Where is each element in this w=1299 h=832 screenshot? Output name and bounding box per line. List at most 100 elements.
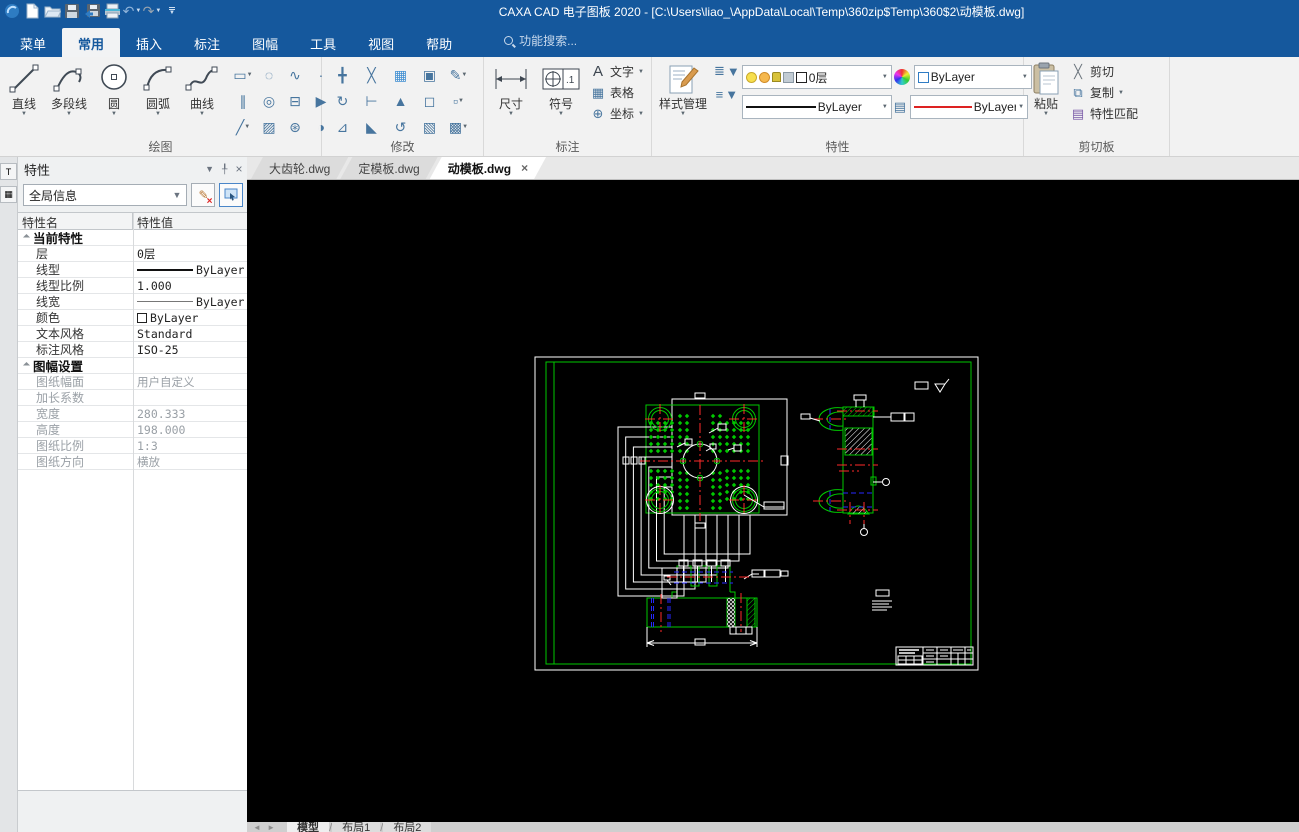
rotate-copy-icon[interactable]: ↻: [328, 88, 357, 114]
draw-group-label: 绘图: [148, 140, 173, 154]
coordinate-button[interactable]: ⊕ 坐标 ▼: [586, 103, 648, 124]
extend-icon[interactable]: ⊢: [357, 88, 386, 114]
draw-polyline-icon-button[interactable]: 多段线 ▼: [46, 59, 92, 117]
parallel-line-icon[interactable]: ∥: [230, 88, 256, 114]
quick-select-button[interactable]: [219, 183, 244, 207]
save-as-icon[interactable]: [82, 1, 102, 21]
break-icon[interactable]: ▫ ▼: [444, 88, 473, 114]
trim-icon[interactable]: ╳: [357, 62, 386, 88]
gear-icon[interactable]: ⊛: [282, 114, 308, 140]
paste-button[interactable]: 粘贴 ▼: [1026, 59, 1066, 117]
menu-tab-5[interactable]: 工具: [294, 28, 352, 57]
function-search[interactable]: 功能搜索...: [504, 32, 577, 49]
layer-combo[interactable]: 0层 ▼: [741, 65, 892, 89]
ribbon-group-clipboard: 粘贴 ▼ ╳ 剪切 ⧉ 复制 ▼ ▤ 特性匹配 剪切板: [1024, 57, 1170, 156]
chamfer-icon[interactable]: ◣: [357, 114, 386, 140]
offset-icon[interactable]: ⊿: [328, 114, 357, 140]
layout-tab-2[interactable]: 布局2: [383, 822, 432, 832]
menu-tab-1[interactable]: 常用: [62, 28, 121, 57]
quick-access: ↶ ▼ ↷ ▼ ▼: [0, 1, 240, 21]
style-manager-button[interactable]: 样式管理 ▼: [654, 59, 712, 117]
move-icon[interactable]: ╋: [328, 62, 357, 88]
explode-icon[interactable]: ▧: [415, 114, 444, 140]
lineweight-tool-icon[interactable]: ▤: [894, 99, 906, 115]
app-logo-icon[interactable]: [2, 1, 22, 21]
edit-cancel-button[interactable]: ✎ ×: [191, 183, 216, 207]
scope-combo[interactable]: 全局信息 ▼: [23, 184, 188, 206]
ribbon-group-annotate: 尺寸 ▼ .1 符号 ▼ A 文字 ▼ ▦ 表格 ⊕ 坐标 ▼ 标注: [484, 57, 652, 156]
match-properties-icon: ▤: [1071, 105, 1085, 121]
layer-print-icon: [782, 71, 794, 83]
draw-spline-icon-button[interactable]: 曲线 ▼: [180, 59, 224, 117]
rotate-icon[interactable]: ↺: [386, 114, 415, 140]
menu-tab-3[interactable]: 标注: [178, 28, 236, 57]
rectangle-icon[interactable]: ▭ ▼: [230, 62, 256, 88]
draw-arc-icon-button[interactable]: 圆弧 ▼: [136, 59, 180, 117]
properties-palette-tab[interactable]: T: [0, 163, 17, 180]
close-icon[interactable]: ×: [235, 162, 242, 176]
search-icon: [504, 36, 514, 45]
text-icon: A: [592, 63, 603, 80]
undo-icon[interactable]: ↶ ▼: [122, 1, 142, 21]
drawing-canvas[interactable]: [247, 180, 1299, 822]
open-file-icon[interactable]: [42, 1, 62, 21]
linetype-tool-icon[interactable]: ≡ ▼: [716, 87, 738, 102]
lineweight-combo[interactable]: ByLayer ▼: [910, 95, 1029, 119]
segment-icon[interactable]: ╱ ▼: [230, 114, 256, 140]
collapse-icon: [22, 233, 31, 242]
hatch-icon[interactable]: ▨: [256, 114, 282, 140]
table-button[interactable]: ▦ 表格: [586, 82, 648, 103]
menu-tab-6[interactable]: 视图: [352, 28, 410, 57]
menu-tab-2[interactable]: 插入: [120, 28, 178, 57]
spline-icon: [185, 61, 219, 97]
print-icon[interactable]: [102, 1, 122, 21]
panel-title: 特性: [24, 162, 51, 178]
color-combo[interactable]: ByLayer ▼: [913, 65, 1032, 89]
symbol-button[interactable]: .1 符号 ▼: [536, 59, 586, 117]
dimension-button[interactable]: 尺寸 ▼: [486, 59, 536, 117]
close-doc-icon[interactable]: ×: [521, 161, 528, 175]
copy-button[interactable]: ⧉ 复制 ▼: [1066, 82, 1142, 103]
save-icon[interactable]: [62, 1, 82, 21]
doc-tab-1[interactable]: 定模板.dwg: [340, 157, 437, 179]
text-button[interactable]: A 文字 ▼: [586, 61, 648, 82]
fill-icon[interactable]: ▩ ▼: [444, 114, 473, 140]
scale-icon[interactable]: ◻: [415, 88, 444, 114]
array-icon[interactable]: ▦: [386, 62, 415, 88]
stretch-icon[interactable]: ▣: [415, 62, 444, 88]
customize-toolbar-icon[interactable]: ▼: [162, 1, 182, 21]
ribbon-group-properties: 样式管理 ▼ ≣ ▼ ≡ ▼ 0层 ▼ ByLayer ▼ ByLayer ▼ …: [652, 57, 1032, 156]
menu-tab-4[interactable]: 图幅: [236, 28, 294, 57]
panel-menu-icon[interactable]: ▼: [205, 164, 214, 174]
draw-line-icon-button[interactable]: 直线 ▼: [2, 59, 46, 117]
linetype-combo[interactable]: ByLayer ▼: [741, 95, 892, 119]
finish-marks: [914, 378, 950, 393]
cut-button[interactable]: ╳ 剪切: [1066, 61, 1142, 82]
layer-tool-icon[interactable]: ≣ ▼: [714, 63, 740, 79]
menu-tab-0[interactable]: 菜单: [4, 28, 62, 57]
edit-icon[interactable]: ✎ ▼: [444, 62, 473, 88]
layout-tab-1[interactable]: 布局1: [332, 822, 381, 832]
doc-tab-2[interactable]: 动模板.dwg ×: [430, 157, 546, 179]
layer-lock-icon: [771, 72, 781, 82]
layer-on-icon: [745, 71, 757, 83]
collapse-icon: [22, 361, 31, 370]
color-wheel-icon[interactable]: [893, 69, 910, 85]
pin-icon[interactable]: ╀: [222, 164, 227, 175]
layout-nav-arrows[interactable]: ◄ ►: [253, 822, 277, 832]
modify-grid: ╋ ╳ ▦ ▣ ✎ ▼ ↻ ⊢ ▲ ◻ ▫ ▼ ⊿ ◣ ↺ ▧ ▩ ▼: [328, 62, 473, 140]
bolt-icon[interactable]: ⊟: [282, 88, 308, 114]
contour-icon[interactable]: ∿: [282, 62, 308, 88]
doc-tab-0[interactable]: 大齿轮.dwg: [251, 157, 348, 179]
draw-circle-icon-button[interactable]: 圆 ▼: [92, 59, 136, 117]
redo-icon[interactable]: ↷ ▼: [142, 1, 162, 21]
library-palette-tab[interactable]: ▦: [0, 186, 17, 203]
match-properties-button[interactable]: ▤ 特性匹配: [1066, 103, 1142, 124]
menu-tab-7[interactable]: 帮助: [410, 28, 468, 57]
new-file-icon[interactable]: [22, 1, 42, 21]
ribbon-group-draw: 直线 ▼ 多段线 ▼ 圆 ▼ 圆弧 ▼ 曲线 ▼ ▭ ▼ ◌ ∿ · ∥ ◎ ⊟ ▶ ╱ ▼ ▨ ⊛ ◑ 绘图: [0, 57, 326, 156]
mirror-icon[interactable]: ▲: [386, 88, 415, 114]
hole-axis-icon[interactable]: ◎: [256, 88, 282, 114]
ellipse-icon[interactable]: ◌: [256, 62, 282, 88]
layout-tab-0[interactable]: 模型: [287, 822, 330, 832]
